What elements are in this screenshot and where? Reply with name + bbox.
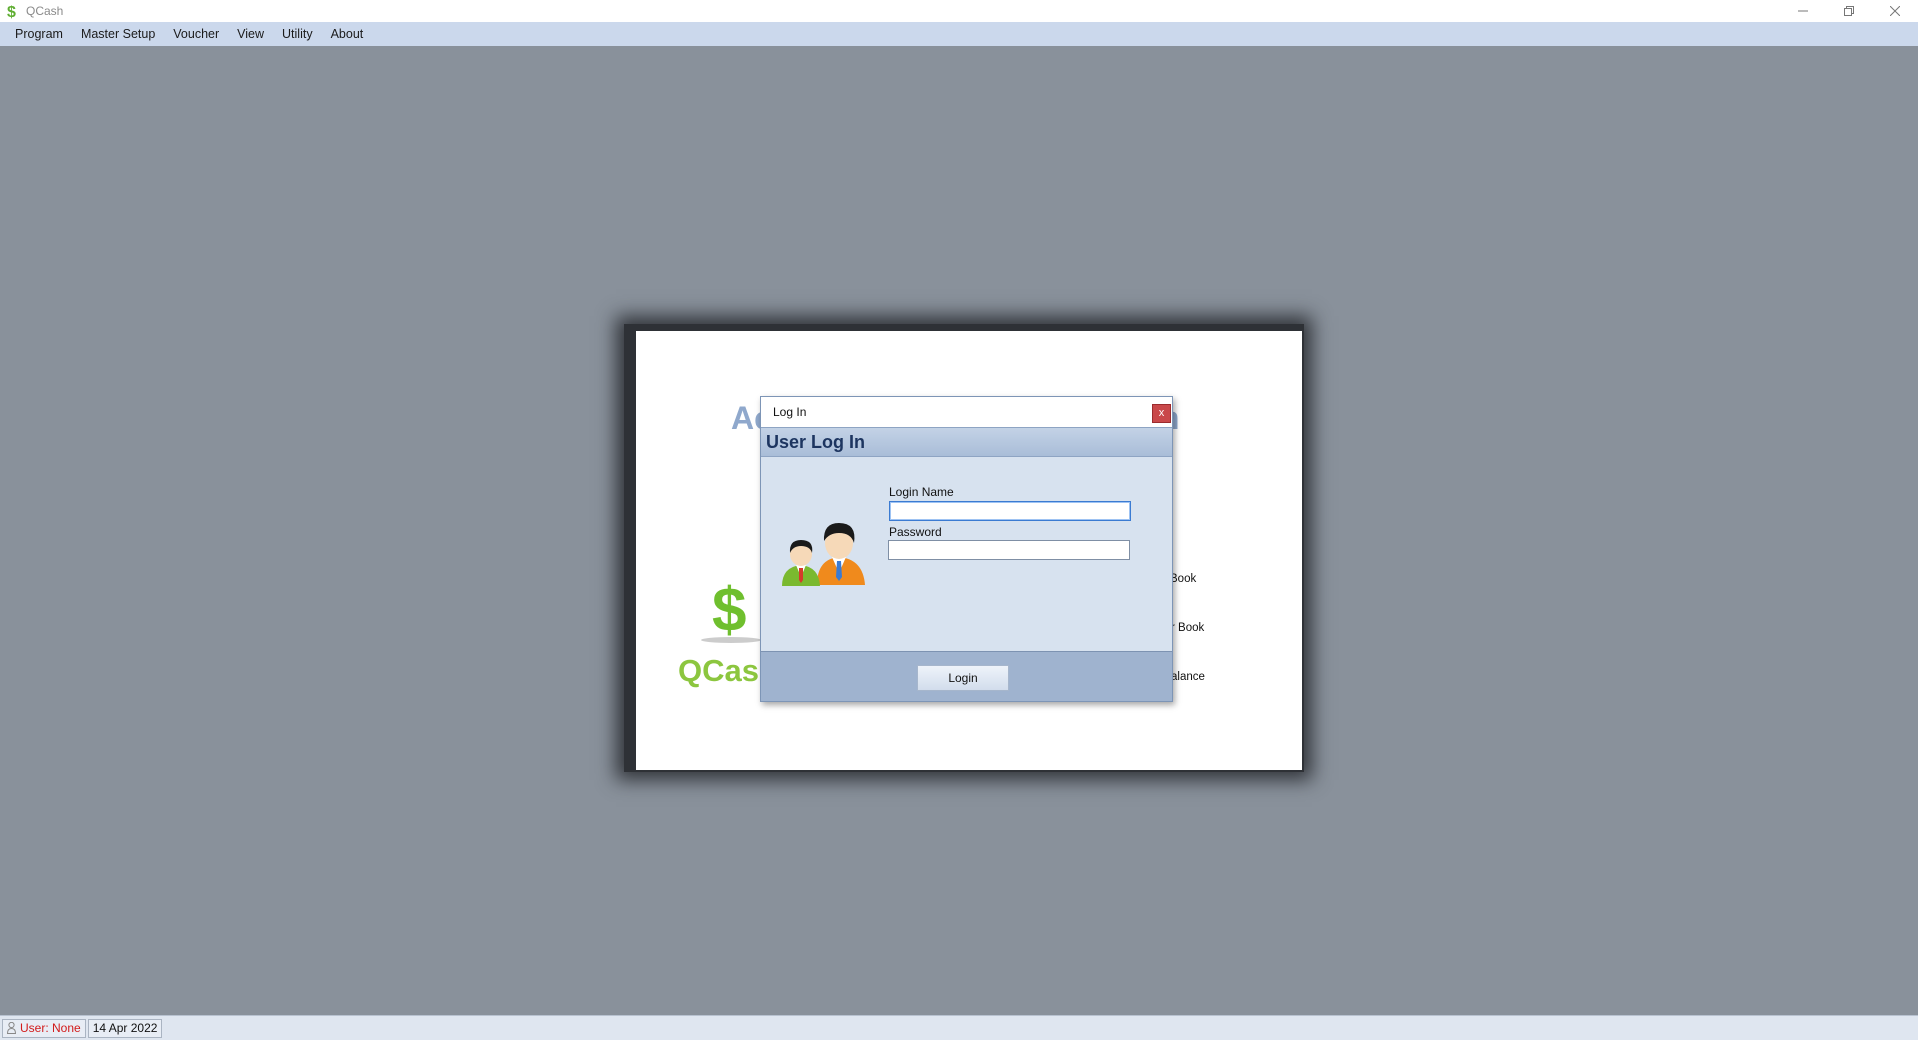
status-date: 14 Apr 2022 (87, 1018, 163, 1038)
dollar-logo-icon: $ (698, 569, 768, 649)
users-icon (777, 507, 872, 587)
login-button[interactable]: Login (917, 665, 1009, 691)
splash-link-ledger-book[interactable]: r Book (1171, 622, 1204, 634)
window-controls (1780, 0, 1918, 22)
dialog-footer: Login (761, 651, 1172, 701)
close-icon[interactable] (1872, 0, 1918, 22)
menu-bar: Program Master Setup Voucher View Utilit… (0, 22, 1918, 46)
svg-text:$: $ (712, 576, 746, 645)
dialog-close-button[interactable]: x (1152, 404, 1171, 423)
menu-utility[interactable]: Utility (273, 22, 322, 46)
minimize-icon[interactable] (1780, 0, 1826, 22)
login-dialog: Log In x User Log In Login Name Password… (760, 396, 1173, 702)
window-titlebar: $ QCash (0, 0, 1918, 22)
dialog-heading: User Log In (766, 432, 866, 452)
password-input[interactable] (888, 540, 1130, 560)
svg-text:$: $ (7, 4, 16, 19)
splash-link-book[interactable]: Book (1170, 573, 1196, 585)
restore-icon[interactable] (1826, 0, 1872, 22)
login-name-label: Login Name (889, 485, 954, 499)
menu-voucher[interactable]: Voucher (164, 22, 228, 46)
password-label: Password (889, 525, 942, 539)
status-user: User: None (20, 1021, 81, 1035)
splash-brand: QCas (678, 653, 759, 688)
status-bar: User: None 14 Apr 2022 (0, 1015, 1918, 1040)
dialog-title: Log In (773, 405, 807, 419)
window-title: QCash (26, 4, 64, 18)
menu-about[interactable]: About (322, 22, 373, 46)
menu-view[interactable]: View (228, 22, 273, 46)
dialog-header: User Log In (761, 427, 1172, 457)
status-user-panel: User: None (2, 1018, 86, 1038)
menu-program[interactable]: Program (6, 22, 72, 46)
menu-master-setup[interactable]: Master Setup (72, 22, 164, 46)
dialog-titlebar: Log In x (761, 397, 1172, 427)
splash-link-balance[interactable]: alance (1171, 671, 1205, 683)
login-name-input[interactable] (889, 501, 1131, 521)
user-icon (7, 1022, 16, 1034)
dollar-icon: $ (4, 3, 20, 19)
